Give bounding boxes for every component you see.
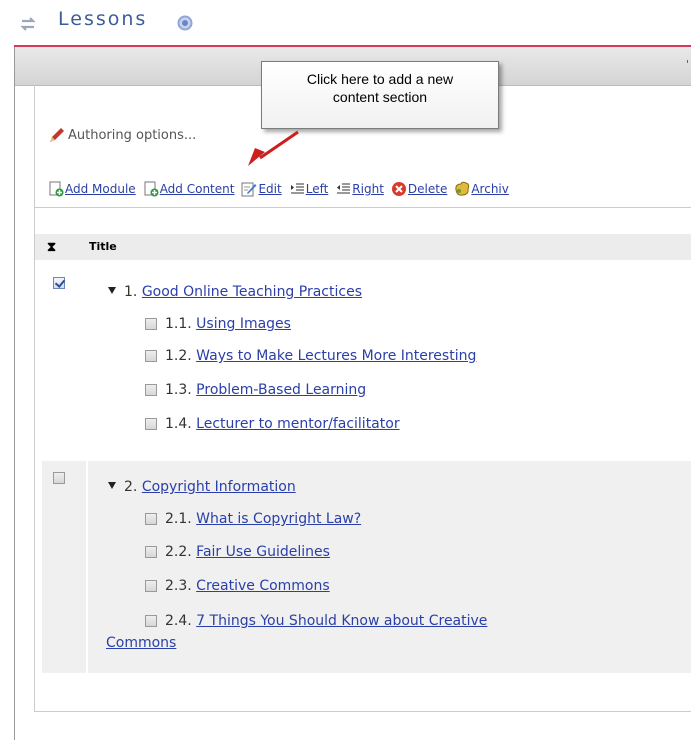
lesson-checkbox[interactable] (145, 615, 157, 627)
lesson-row: 2.1. What is Copyright Law? (165, 511, 361, 527)
lesson-link[interactable]: Lecturer to mentor/facilitator (196, 416, 399, 432)
delete-label: Delete (407, 182, 448, 196)
callout-line-2: content section (332, 89, 428, 105)
lesson-row: 1.3. Problem-Based Learning (165, 382, 366, 398)
page-title: Lessons (58, 8, 148, 30)
lesson-link-continued[interactable]: Commons (106, 635, 176, 651)
expand-triangle-icon[interactable] (108, 482, 116, 489)
add-module-icon (49, 181, 64, 197)
tooltip-callout: Click here to add a new content section (261, 61, 499, 129)
module-checkbox[interactable] (53, 277, 65, 289)
add-module-label: Add Module (65, 182, 136, 196)
expand-triangle-icon[interactable] (108, 287, 116, 294)
strip-glyph: ' (685, 58, 689, 71)
lesson-link[interactable]: Fair Use Guidelines (196, 544, 330, 560)
module-number: 1. (124, 284, 138, 300)
lesson-link[interactable]: 7 Things You Should Know about Creative (196, 613, 487, 629)
add-content-icon (144, 181, 159, 197)
archive-button[interactable]: Archiv (454, 181, 509, 197)
delete-button[interactable]: Delete (391, 181, 447, 197)
lesson-checkbox[interactable] (145, 546, 157, 558)
module-link[interactable]: Copyright Information (142, 479, 296, 495)
lesson-number: 2.4. (165, 613, 192, 629)
module-row: 2. Copyright Information (108, 479, 296, 495)
lesson-row: 2.4. 7 Things You Should Know about Crea… (165, 613, 487, 629)
add-content-button[interactable]: Add Content (143, 181, 235, 197)
add-module-button[interactable]: Add Module (48, 181, 136, 197)
indent-icon (337, 183, 351, 194)
lesson-link[interactable]: Problem-Based Learning (196, 382, 366, 398)
lesson-number: 1.3. (165, 382, 192, 398)
lesson-row: 1.1. Using Images (165, 316, 291, 332)
panel-bottom-border (34, 711, 691, 712)
lesson-checkbox[interactable] (145, 418, 157, 430)
lesson-row: 1.2. Ways to Make Lectures More Interest… (165, 348, 476, 364)
module-row: 1. Good Online Teaching Practices (108, 284, 362, 300)
module-checkbox[interactable] (53, 472, 65, 484)
lesson-link[interactable]: Creative Commons (196, 578, 330, 594)
module-number: 2. (124, 479, 138, 495)
lesson-row: 2.2. Fair Use Guidelines (165, 544, 330, 560)
pencil-icon (50, 128, 64, 142)
lesson-checkbox[interactable] (145, 580, 157, 592)
lesson-row: 2.3. Creative Commons (165, 578, 330, 594)
lesson-row: 1.4. Lecturer to mentor/facilitator (165, 416, 400, 432)
add-content-label: Add Content (159, 182, 235, 196)
authoring-options-label: Authoring options... (68, 127, 197, 143)
lesson-number: 1.1. (165, 316, 192, 332)
frame-border (14, 47, 15, 740)
lesson-checkbox[interactable] (145, 384, 157, 396)
lesson-row-continued: Commons (106, 635, 176, 651)
archive-label: Archiv (471, 182, 509, 196)
lesson-number: 2.2. (165, 544, 192, 560)
authoring-options-link[interactable]: Authoring options... (48, 126, 196, 144)
lesson-link[interactable]: What is Copyright Law? (196, 511, 361, 527)
sync-icon[interactable] (18, 14, 38, 34)
move-right-button[interactable]: Right (335, 181, 384, 197)
right-label: Right (352, 182, 384, 196)
callout-arrow (248, 130, 299, 166)
lessons-table-header: ⧗ Title (35, 234, 691, 260)
lesson-checkbox[interactable] (145, 513, 157, 525)
lesson-link[interactable]: Using Images (196, 316, 291, 332)
lesson-number: 1.2. (165, 348, 192, 364)
callout-line-1: Click here to add a new (306, 71, 454, 87)
lesson-number: 1.4. (165, 416, 192, 432)
lesson-checkbox[interactable] (145, 350, 157, 362)
module-group-2-gutter (42, 461, 86, 673)
archive-icon (455, 181, 470, 196)
lesson-link[interactable]: Ways to Make Lectures More Interesting (196, 348, 476, 364)
help-icon[interactable] (177, 15, 193, 31)
delete-icon (391, 182, 406, 196)
lesson-number: 2.3. (165, 578, 192, 594)
toolbar-divider (34, 207, 691, 208)
sort-icon[interactable]: ⧗ (47, 240, 56, 255)
lesson-checkbox[interactable] (145, 318, 157, 330)
lesson-number: 2.1. (165, 511, 192, 527)
module-link[interactable]: Good Online Teaching Practices (142, 284, 362, 300)
title-column-header: Title (89, 240, 117, 253)
